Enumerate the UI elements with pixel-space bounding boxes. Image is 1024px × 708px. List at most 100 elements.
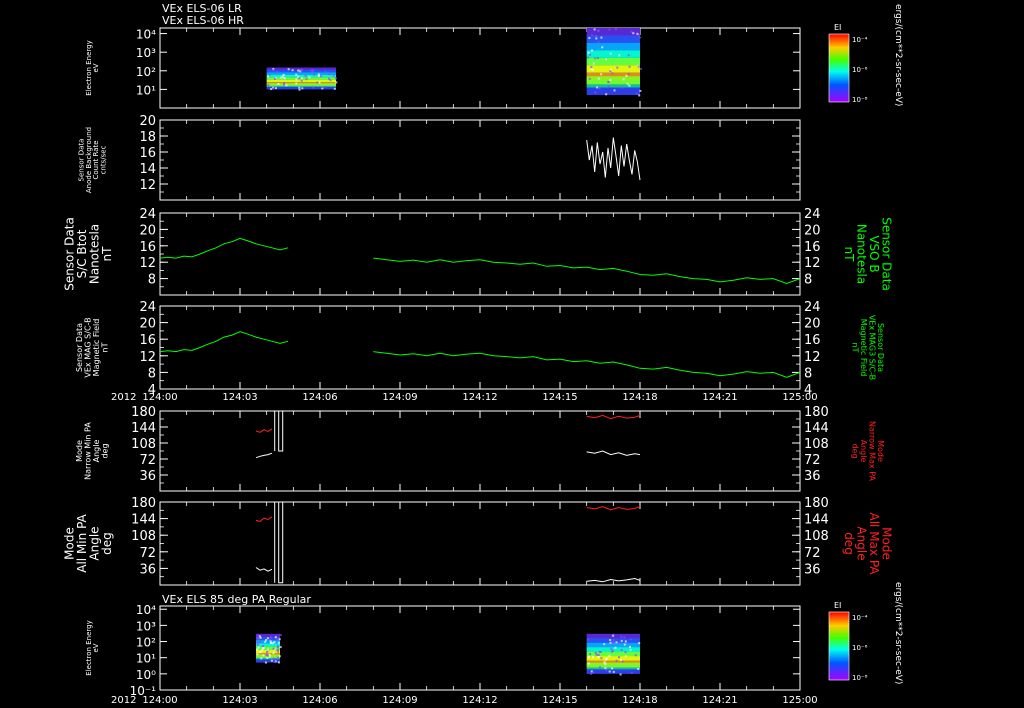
heatmap-band	[586, 35, 640, 43]
heatmap-speckle	[618, 641, 621, 644]
series-line	[159, 237, 289, 259]
heatmap-speckle	[628, 65, 631, 68]
y-tick-label: 144	[131, 421, 156, 436]
heatmap-speckle	[632, 32, 635, 35]
heatmap-speckle	[256, 641, 259, 644]
x-tick-label: 124:03	[222, 392, 257, 403]
heatmap-speckle	[269, 636, 272, 639]
colorbar-top-tick-3: 10⁻⁸	[852, 96, 868, 104]
heatmap-speckle	[597, 41, 600, 44]
heatmap-speckle	[300, 68, 303, 71]
heatmap-speckle	[264, 640, 267, 643]
heatmap-speckle	[333, 87, 336, 90]
y-tick-label: 180	[131, 496, 156, 511]
heatmap-speckle	[592, 62, 595, 65]
y-tick-label-right: 180	[804, 405, 829, 420]
heatmap-speckle	[609, 79, 612, 82]
colorbar-bottom-label: EI	[834, 601, 841, 610]
heatmap-speckle	[624, 640, 627, 643]
heatmap-speckle	[614, 28, 617, 30]
panel-frame	[159, 410, 801, 492]
heatmap-speckle	[588, 77, 591, 80]
heatmap-speckle	[605, 669, 608, 672]
heatmap-speckle	[277, 646, 279, 649]
panel-frame	[159, 501, 801, 586]
ylabel-line: eV	[92, 63, 100, 72]
heatmap-speckle	[616, 66, 619, 69]
y-tick-label-right: 144	[804, 513, 829, 528]
heatmap-speckle	[603, 661, 606, 664]
y-tick-label-right: 144	[804, 421, 829, 436]
heatmap-speckle	[597, 29, 600, 32]
heatmap-speckle	[629, 645, 631, 648]
heatmap-band	[586, 656, 640, 661]
heatmap-band	[586, 651, 640, 657]
heatmap-speckle	[311, 70, 314, 73]
heatmap-speckle	[335, 77, 337, 80]
heatmap-speckle	[594, 57, 597, 60]
heatmap-speckle	[258, 635, 261, 638]
series-line	[586, 137, 641, 181]
x-tick-label: 124:09	[382, 695, 417, 706]
y-tick-label-right: 12	[804, 350, 821, 365]
heatmap-speckle	[607, 85, 610, 88]
ylabel-line: deg	[100, 532, 114, 555]
heatmap-speckle	[281, 76, 284, 79]
heatmap-speckle	[318, 81, 321, 84]
heatmap-speckle	[332, 74, 335, 77]
y-tick-label-right: 4	[804, 383, 812, 398]
y-tick-label: 20	[139, 114, 156, 129]
heatmap-speckle	[629, 638, 632, 641]
y-tick-label: 20	[139, 223, 156, 238]
heatmap-speckle	[269, 640, 272, 643]
heatmap-speckle	[595, 653, 598, 656]
x-tick-label: 124:18	[622, 695, 657, 706]
heatmap-speckle	[295, 78, 298, 81]
colorbar-top-units: ergs/(cm**2-sr-sec-eV)	[893, 4, 903, 106]
y-tick-label: 10¹	[136, 83, 156, 97]
heatmap-speckle	[256, 634, 259, 637]
y-tick-label: 10¹	[136, 652, 156, 666]
heatmap-speckle	[272, 652, 275, 655]
y-tick-label-right: 8	[804, 273, 812, 288]
heatmap-speckle	[267, 648, 269, 651]
heatmap-core-band	[586, 662, 640, 668]
heatmap-speckle	[275, 87, 277, 90]
xaxis-year-mid: 2012	[111, 392, 136, 403]
colorbar-bottom-tick-2: 10⁻⁶	[852, 644, 868, 652]
panel-frame	[159, 119, 801, 201]
heatmap-speckle	[623, 636, 626, 639]
heatmap-band	[586, 87, 640, 95]
x-tick-label: 124:21	[702, 695, 737, 706]
y-tick-label-right: 108	[804, 529, 829, 544]
heatmap-speckle	[601, 46, 604, 49]
heatmap-speckle	[639, 36, 642, 39]
heatmap-band	[266, 74, 336, 78]
heatmap-speckle	[282, 74, 285, 76]
heatmap-speckle	[611, 72, 614, 75]
heatmap-speckle	[279, 76, 282, 79]
ylabel-line: deg	[100, 443, 109, 458]
y-tick-label-right: 72	[804, 453, 821, 468]
y-tick-label: 72	[139, 546, 156, 561]
heatmap-speckle	[274, 636, 277, 639]
y-tick-label: 36	[139, 562, 156, 577]
heatmap-speckle	[305, 78, 308, 81]
ylabel-right: Sensor DataVSO BNanoteslanT	[842, 217, 894, 291]
y-tick-label: 108	[131, 529, 156, 544]
heatmap-speckle	[623, 643, 626, 646]
heatmap-speckle	[622, 78, 625, 81]
heatmap-speckle	[590, 49, 593, 52]
heatmap-speckle	[618, 656, 620, 659]
heatmap-speckle	[624, 655, 627, 658]
heatmap-speckle	[297, 75, 300, 78]
heatmap-speckle	[609, 70, 612, 73]
ylabel-left: Sensor DataVEx MAG S/C-BMagnetic FieldnT	[75, 317, 109, 377]
ylabel-left: Electron EnergyeV	[85, 620, 100, 675]
ylabel-right: ModeNarrow Max PAAngledeg	[851, 421, 885, 482]
heatmap-speckle	[607, 81, 610, 84]
heatmap-speckle	[628, 84, 631, 87]
panel-3: Sensor DataS/C BtotNanoteslanT Sensor Dat…	[62, 207, 894, 296]
heatmap-speckle	[612, 639, 615, 642]
heatmap-speckle	[597, 656, 600, 658]
